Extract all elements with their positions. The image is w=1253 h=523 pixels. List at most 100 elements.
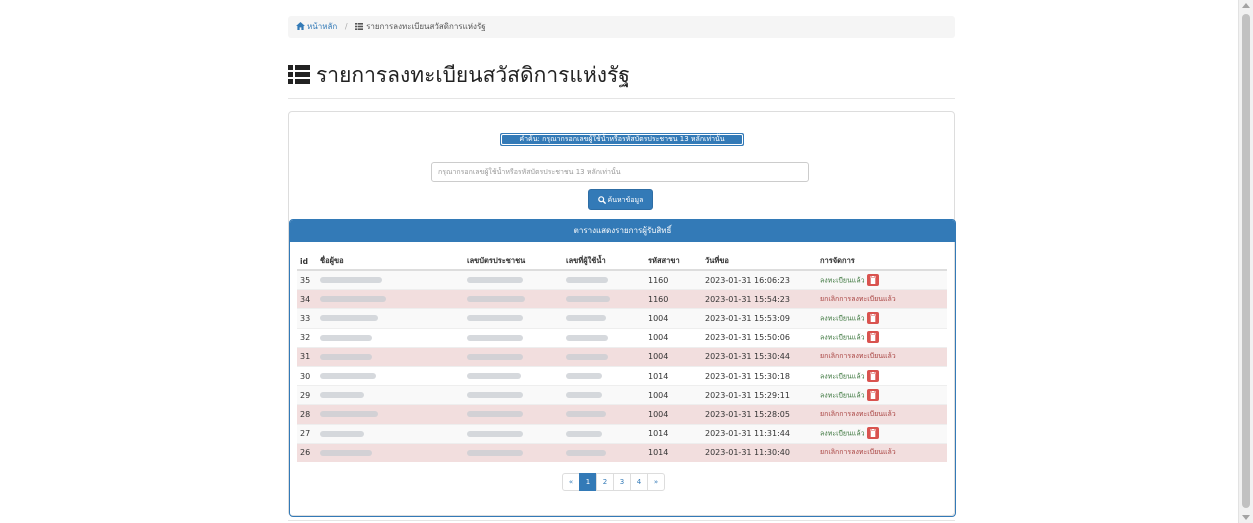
redacted-water-user-no: [566, 277, 608, 284]
delete-button[interactable]: [866, 331, 879, 344]
column-header-citizen-id: เลขบัตรประชาชน: [464, 253, 563, 271]
trash-icon: [869, 314, 876, 323]
redacted-name: [320, 411, 378, 418]
cell-request-date: 2023-01-31 15:50:06: [702, 327, 817, 348]
redacted-water-user-no: [566, 315, 606, 322]
cell-citizen-id: [464, 327, 563, 348]
breadcrumb-separator: /: [344, 22, 348, 31]
cell-id: 33: [297, 308, 317, 329]
column-header-id: id: [297, 253, 317, 271]
breadcrumb-home-link[interactable]: หน้าหลัก: [296, 22, 340, 31]
pagination-page-1[interactable]: 1: [579, 473, 597, 491]
cell-name: [317, 308, 464, 329]
scroll-up-arrow-icon[interactable]: [1242, 3, 1250, 8]
delete-button[interactable]: [866, 427, 879, 440]
cell-water-user-no: [563, 269, 645, 290]
footer-divider: [288, 520, 955, 521]
cell-id: 30: [297, 365, 317, 386]
cell-water-user-no: [563, 365, 645, 386]
cell-branch-code: 1004: [645, 404, 702, 424]
cell-request-date: 2023-01-31 15:54:23: [702, 289, 817, 309]
home-icon: [296, 22, 305, 30]
redacted-citizen-id: [467, 411, 523, 418]
status-registered: ลงทะเบียนแล้ว: [820, 333, 865, 342]
redacted-citizen-id: [467, 449, 523, 456]
cell-name: [317, 442, 464, 462]
breadcrumb-current: รายการลงทะเบียนสวัสดิการแห่งรัฐ: [366, 22, 486, 31]
delete-button[interactable]: [866, 273, 879, 286]
pagination-next-button[interactable]: »: [647, 473, 665, 491]
cell-water-user-no: [563, 423, 645, 444]
cell-name: [317, 289, 464, 309]
redacted-citizen-id: [467, 430, 523, 437]
redacted-water-user-no: [566, 373, 602, 380]
records-table: id ชื่อผู้ขอ เลขบัตรประชาชน เลขที่ผู้ใช้…: [297, 253, 947, 462]
column-header-name: ชื่อผู้ขอ: [317, 253, 464, 271]
redacted-name: [320, 353, 372, 360]
cell-request-date: 2023-01-31 15:28:05: [702, 404, 817, 424]
redacted-citizen-id: [467, 296, 525, 303]
search-icon: [597, 196, 606, 205]
pagination-page-2[interactable]: 2: [596, 473, 614, 491]
list-icon: [355, 23, 364, 30]
redacted-name: [320, 430, 364, 437]
table-header-row: id ชื่อผู้ขอ เลขบัตรประชาชน เลขที่ผู้ใช้…: [297, 253, 947, 271]
cell-citizen-id: [464, 308, 563, 329]
redacted-citizen-id: [467, 353, 523, 360]
redacted-water-user-no: [566, 392, 602, 399]
search-button[interactable]: ค้นหาข้อมูล: [588, 189, 653, 210]
table-row: 26 1014 2023-01-31 11:30:40 ยกเลิกการลงทะเบ…: [297, 442, 947, 462]
cell-citizen-id: [464, 269, 563, 290]
redacted-name: [320, 315, 378, 322]
redacted-name: [320, 392, 364, 399]
status-registered: ลงทะเบียนแล้ว: [820, 276, 865, 285]
cell-branch-code: 1014: [645, 365, 702, 386]
trash-icon: [869, 371, 876, 380]
redacted-name: [320, 373, 376, 380]
delete-button[interactable]: [866, 369, 879, 382]
cell-name: [317, 385, 464, 405]
cell-branch-code: 1014: [645, 442, 702, 462]
cell-request-date: 2023-01-31 15:53:09: [702, 308, 817, 329]
trash-icon: [869, 333, 876, 342]
delete-button[interactable]: [866, 388, 879, 401]
status-cancelled: ยกเลิกการลงทะเบียนแล้ว: [820, 409, 896, 418]
redacted-water-user-no: [566, 296, 610, 303]
cell-id: 34: [297, 289, 317, 309]
cell-branch-code: 1004: [645, 385, 702, 405]
breadcrumb-home-label: หน้าหลัก: [307, 22, 338, 31]
page-scrollbar[interactable]: [1238, 0, 1253, 523]
search-input[interactable]: [431, 162, 809, 182]
status-registered: ลงทะเบียนแล้ว: [820, 314, 865, 323]
cell-action: ลงทะเบียนแล้ว: [817, 385, 947, 405]
cell-request-date: 2023-01-31 16:06:23: [702, 269, 817, 290]
scrollbar-thumb[interactable]: [1242, 14, 1250, 508]
cell-name: [317, 346, 464, 367]
cell-water-user-no: [563, 327, 645, 348]
cell-water-user-no: [563, 442, 645, 462]
redacted-water-user-no: [566, 334, 608, 341]
page-header: รายการลงทะเบียนสวัสดิการแห่งรัฐ: [288, 62, 955, 99]
column-header-request-date: วันที่ขอ: [702, 253, 817, 271]
page-title: รายการลงทะเบียนสวัสดิการแห่งรัฐ: [288, 62, 630, 88]
cell-branch-code: 1004: [645, 308, 702, 329]
cell-branch-code: 1004: [645, 346, 702, 367]
scroll-down-arrow-icon[interactable]: [1242, 515, 1250, 520]
pagination-prev-button[interactable]: «: [562, 473, 580, 491]
cell-branch-code: 1160: [645, 269, 702, 290]
search-notice-text: คำค้น: กรุณากรอกเลขผู้ใช้น้ำหรือรหัสบัตร…: [501, 134, 743, 145]
pagination-page-3[interactable]: 3: [613, 473, 631, 491]
cell-name: [317, 269, 464, 290]
cell-request-date: 2023-01-31 15:29:11: [702, 385, 817, 405]
table-row: 32 1004 2023-01-31 15:50:06 ลงทะเบียนแล้ว: [297, 327, 947, 348]
cell-water-user-no: [563, 404, 645, 424]
delete-button[interactable]: [866, 312, 879, 325]
table-row: 33 1004 2023-01-31 15:53:09 ลงทะเบียนแล้ว: [297, 308, 947, 329]
pagination-page-4[interactable]: 4: [630, 473, 648, 491]
trash-icon: [869, 275, 876, 284]
cell-citizen-id: [464, 365, 563, 386]
cell-action: ลงทะเบียนแล้ว: [817, 423, 947, 444]
cell-request-date: 2023-01-31 15:30:44: [702, 346, 817, 367]
status-cancelled: ยกเลิกการลงทะเบียนแล้ว: [820, 352, 896, 361]
redacted-citizen-id: [467, 277, 523, 284]
